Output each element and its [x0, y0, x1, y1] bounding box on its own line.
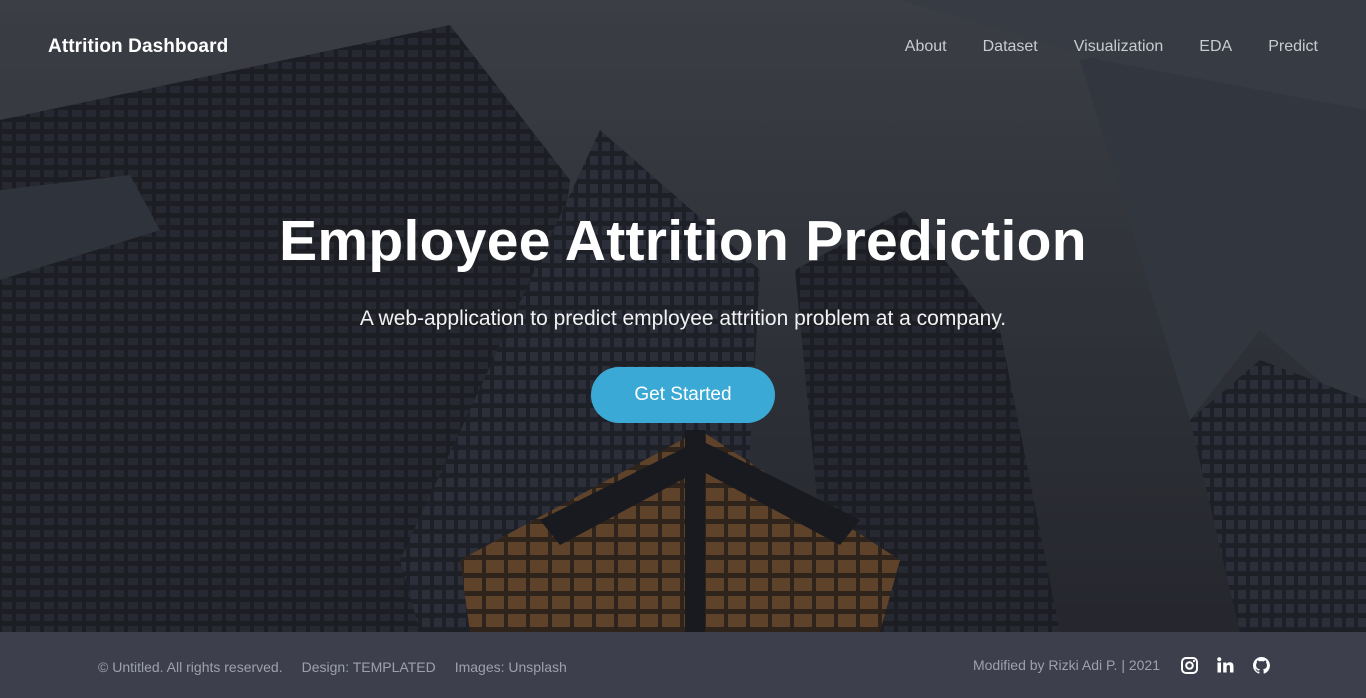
linkedin-icon[interactable]	[1216, 656, 1234, 674]
instagram-icon[interactable]	[1180, 656, 1198, 674]
hero-title: Employee Attrition Prediction	[279, 209, 1087, 273]
nav-link-visualization[interactable]: Visualization	[1074, 38, 1164, 56]
github-icon[interactable]	[1252, 656, 1270, 674]
images-credit-link[interactable]: Images: Unsplash	[455, 659, 567, 675]
site-logo[interactable]: Attrition Dashboard	[48, 36, 228, 58]
footer-credits: © Untitled. All rights reserved. Design:…	[98, 659, 567, 675]
footer-social: Modified by Rizki Adi P. | 2021	[973, 656, 1270, 674]
main-nav: About Dataset Visualization EDA Predict	[905, 38, 1318, 56]
modified-by-text: Modified by Rizki Adi P. | 2021	[972, 657, 1160, 673]
hero-subtitle: A web-application to predict employee at…	[359, 307, 1007, 330]
hero-section: Attrition Dashboard About Dataset Visual…	[0, 0, 1366, 632]
nav-link-dataset[interactable]: Dataset	[983, 38, 1038, 56]
get-started-button[interactable]: Get Started	[591, 367, 775, 423]
nav-link-eda[interactable]: EDA	[1199, 38, 1232, 56]
design-credit-link[interactable]: Design: TEMPLATED	[302, 659, 436, 675]
copyright-text: © Untitled. All rights reserved.	[98, 659, 283, 675]
nav-link-about[interactable]: About	[905, 38, 947, 56]
site-footer: © Untitled. All rights reserved. Design:…	[0, 632, 1366, 698]
hero-content: Employee Attrition Prediction A web-appl…	[0, 205, 1366, 423]
nav-link-predict[interactable]: Predict	[1268, 38, 1318, 56]
